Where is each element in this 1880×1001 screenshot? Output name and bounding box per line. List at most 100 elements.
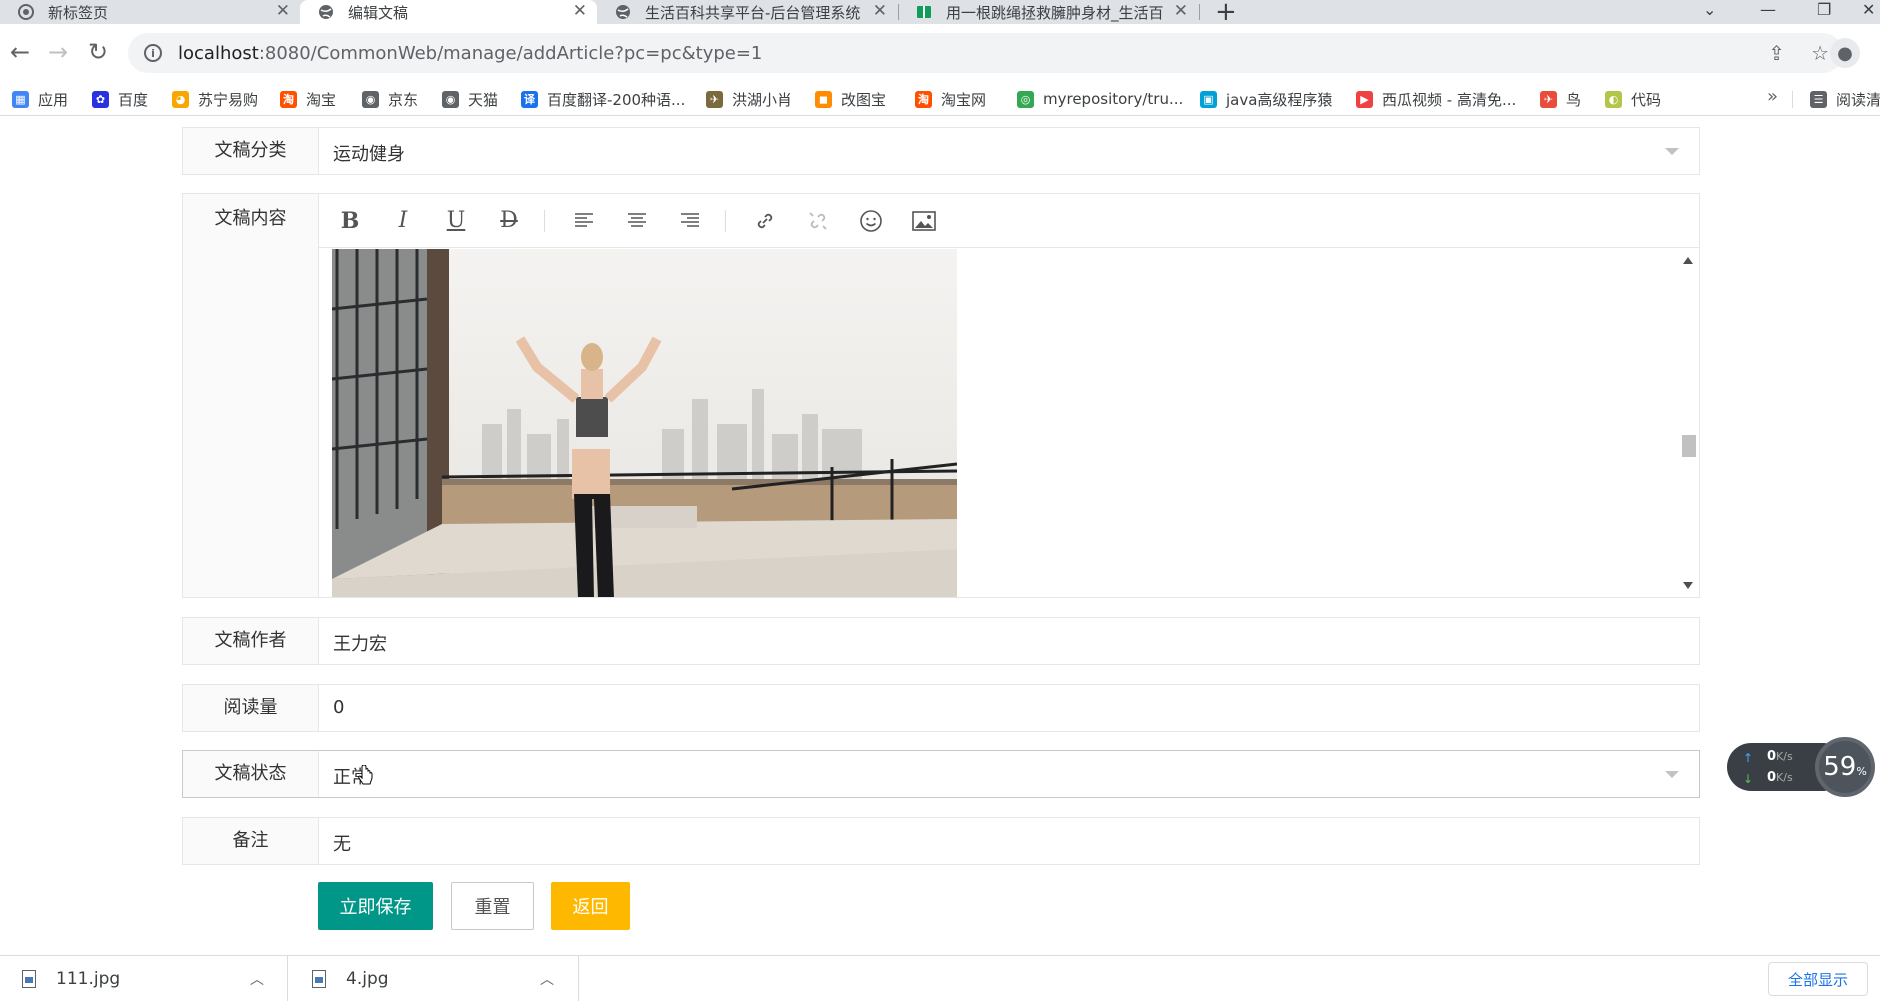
emoji-icon[interactable]	[857, 207, 885, 235]
scrollbar-thumb[interactable]	[1682, 435, 1696, 457]
taobao-icon: 淘	[280, 90, 297, 108]
forward-arrow-icon[interactable]: →	[48, 38, 68, 66]
close-tab-icon[interactable]: ✕	[873, 1, 887, 21]
download-filename: 4.jpg	[346, 968, 389, 989]
back-arrow-icon[interactable]: ←	[10, 38, 30, 66]
link-icon[interactable]	[751, 207, 779, 235]
strikethrough-icon[interactable]: D	[495, 207, 523, 235]
bookmark-item[interactable]: ◐ 代码	[1605, 82, 1661, 116]
bookmark-item[interactable]: 淘淘宝	[280, 82, 336, 116]
close-tab-icon[interactable]: ✕	[573, 1, 587, 21]
scroll-down-icon[interactable]	[1683, 582, 1693, 589]
chevron-up-icon[interactable]: ︿	[540, 969, 554, 989]
category-select[interactable]: 运动健身	[333, 140, 405, 166]
bold-icon[interactable]: B	[336, 207, 364, 235]
image-file-icon	[312, 969, 326, 988]
bookmark-label: 洪湖小肖	[732, 90, 793, 109]
site-info-icon[interactable]: i	[144, 44, 162, 62]
minimize-icon[interactable]: —	[1760, 0, 1776, 19]
reload-icon[interactable]: ↻	[88, 38, 108, 66]
bookmark-item[interactable]: ☰ 阅读清	[1810, 82, 1880, 116]
editor-toolbar: B I U D	[319, 194, 1699, 248]
tab-search-icon[interactable]: ⌄	[1703, 0, 1716, 19]
close-window-icon[interactable]: ✕	[1862, 0, 1875, 19]
show-all-downloads-button[interactable]: 全部显示	[1768, 962, 1868, 996]
bookmark-item[interactable]: ▶ 西瓜视频 - 高清免...	[1356, 82, 1516, 116]
align-center-icon[interactable]	[623, 207, 651, 235]
bookmark-label: 苏宁易购	[198, 90, 259, 109]
net-speed-widget[interactable]: ↑ ↓ 0K/s 0K/s 59%	[1727, 737, 1877, 797]
browser-tab[interactable]: 新标签页 ✕	[0, 0, 300, 24]
bookmark-star-icon[interactable]: ☆	[1811, 41, 1829, 65]
fitness-photo-image	[332, 249, 957, 597]
browser-tab[interactable]: 生活百科共享平台-后台管理系统 ✕	[597, 0, 897, 24]
download-item[interactable]: 4.jpg ︿	[312, 956, 577, 1001]
suning-icon: ◕	[172, 90, 189, 108]
close-tab-icon[interactable]: ✕	[276, 1, 290, 21]
more-bookmarks-icon[interactable]: »	[1767, 86, 1778, 107]
bookmark-item[interactable]: 淘淘宝网	[915, 82, 986, 116]
downloads-bar: 111.jpg ︿ 4.jpg ︿ 全部显示	[0, 955, 1880, 1001]
bookmark-item[interactable]: ▣ java高级程序猿	[1200, 82, 1332, 116]
chevron-down-icon[interactable]	[1665, 771, 1679, 778]
editor-scrollbar[interactable]	[1679, 249, 1699, 597]
align-left-icon[interactable]	[570, 207, 598, 235]
restore-icon[interactable]: ❐	[1817, 0, 1831, 19]
bookmark-item[interactable]: ◉ 京东	[362, 82, 418, 116]
browser-tab[interactable]: 用一根跳绳拯救臃肿身材_生活百 ✕	[898, 0, 1198, 24]
image-icon[interactable]	[910, 207, 938, 235]
bookmark-label: 淘宝网	[941, 90, 987, 109]
bookmark-label: 淘宝	[306, 90, 337, 109]
toolbar-divider	[544, 209, 545, 232]
chevron-down-icon[interactable]	[1665, 148, 1679, 155]
editor-body[interactable]	[319, 249, 1699, 597]
unlink-icon[interactable]	[804, 207, 832, 235]
profile-avatar-icon[interactable]: ●	[1830, 38, 1860, 68]
read-count-row: 阅读量 0	[182, 684, 1700, 732]
read-count-input[interactable]: 0	[333, 697, 344, 718]
bookmark-item[interactable]: ✿ 百度	[92, 82, 148, 116]
bookmark-label: 百度翻译-200种语...	[547, 90, 686, 109]
bookmark-label: 西瓜视频 - 高清免...	[1382, 90, 1517, 109]
address-bar[interactable]: i localhost:8080/CommonWeb/manage/addArt…	[128, 33, 1843, 73]
bookmark-item[interactable]: ◎ myrepository/tru...	[1017, 82, 1183, 116]
browser-tab-active[interactable]: 编辑文稿 ✕	[300, 0, 597, 24]
remark-row: 备注 无	[182, 817, 1700, 865]
url-text: localhost:8080/CommonWeb/manage/addArtic…	[178, 42, 763, 64]
save-button[interactable]: 立即保存	[318, 882, 433, 930]
bookmarks-divider	[1792, 91, 1793, 108]
bookmark-item[interactable]: ✈ 洪湖小肖	[706, 82, 792, 116]
author-row: 文稿作者 王力宏	[182, 617, 1700, 665]
chevron-up-icon[interactable]: ︿	[250, 969, 264, 989]
new-tab-button[interactable]: +	[1215, 0, 1237, 27]
upload-speed: 0K/s	[1767, 749, 1793, 764]
back-button[interactable]: 返回	[551, 882, 630, 930]
hand-cursor-icon	[358, 765, 373, 785]
bookmark-item[interactable]: ◼ 改图宝	[815, 82, 886, 116]
bookmark-item[interactable]: ▦ 应用	[12, 82, 68, 116]
browser-toolbar: ← → ↻ i localhost:8080/CommonWeb/manage/…	[0, 24, 1880, 82]
tab-title: 新标签页	[48, 3, 109, 22]
chrome-icon	[18, 4, 34, 20]
italic-icon[interactable]: I	[389, 207, 417, 235]
bookmark-item[interactable]: ◉ 天猫	[442, 82, 498, 116]
share-icon[interactable]: ⇪	[1768, 41, 1785, 65]
author-input[interactable]: 王力宏	[333, 630, 387, 656]
rich-text-editor[interactable]: B I U D	[319, 194, 1699, 597]
tab-title: 编辑文稿	[348, 3, 409, 22]
memory-gauge: 59%	[1815, 737, 1875, 797]
bookmark-item[interactable]: ◕ 苏宁易购	[172, 82, 258, 116]
close-tab-icon[interactable]: ✕	[1174, 1, 1188, 21]
download-item[interactable]: 111.jpg ︿	[22, 956, 287, 1001]
bird-icon: ✈	[1540, 90, 1557, 108]
scroll-up-icon[interactable]	[1683, 257, 1693, 264]
read-count-label: 阅读量	[183, 685, 319, 731]
reset-button[interactable]: 重置	[451, 882, 534, 930]
underline-icon[interactable]: U	[442, 207, 470, 235]
gaitubao-icon: ◼	[815, 90, 832, 108]
bookmark-item[interactable]: 译百度翻译-200种语...	[521, 82, 685, 116]
align-right-icon[interactable]	[676, 207, 704, 235]
bookmark-label: 改图宝	[841, 90, 887, 109]
bookmark-item[interactable]: ✈ 鸟	[1540, 82, 1581, 116]
remark-input[interactable]: 无	[333, 830, 351, 856]
